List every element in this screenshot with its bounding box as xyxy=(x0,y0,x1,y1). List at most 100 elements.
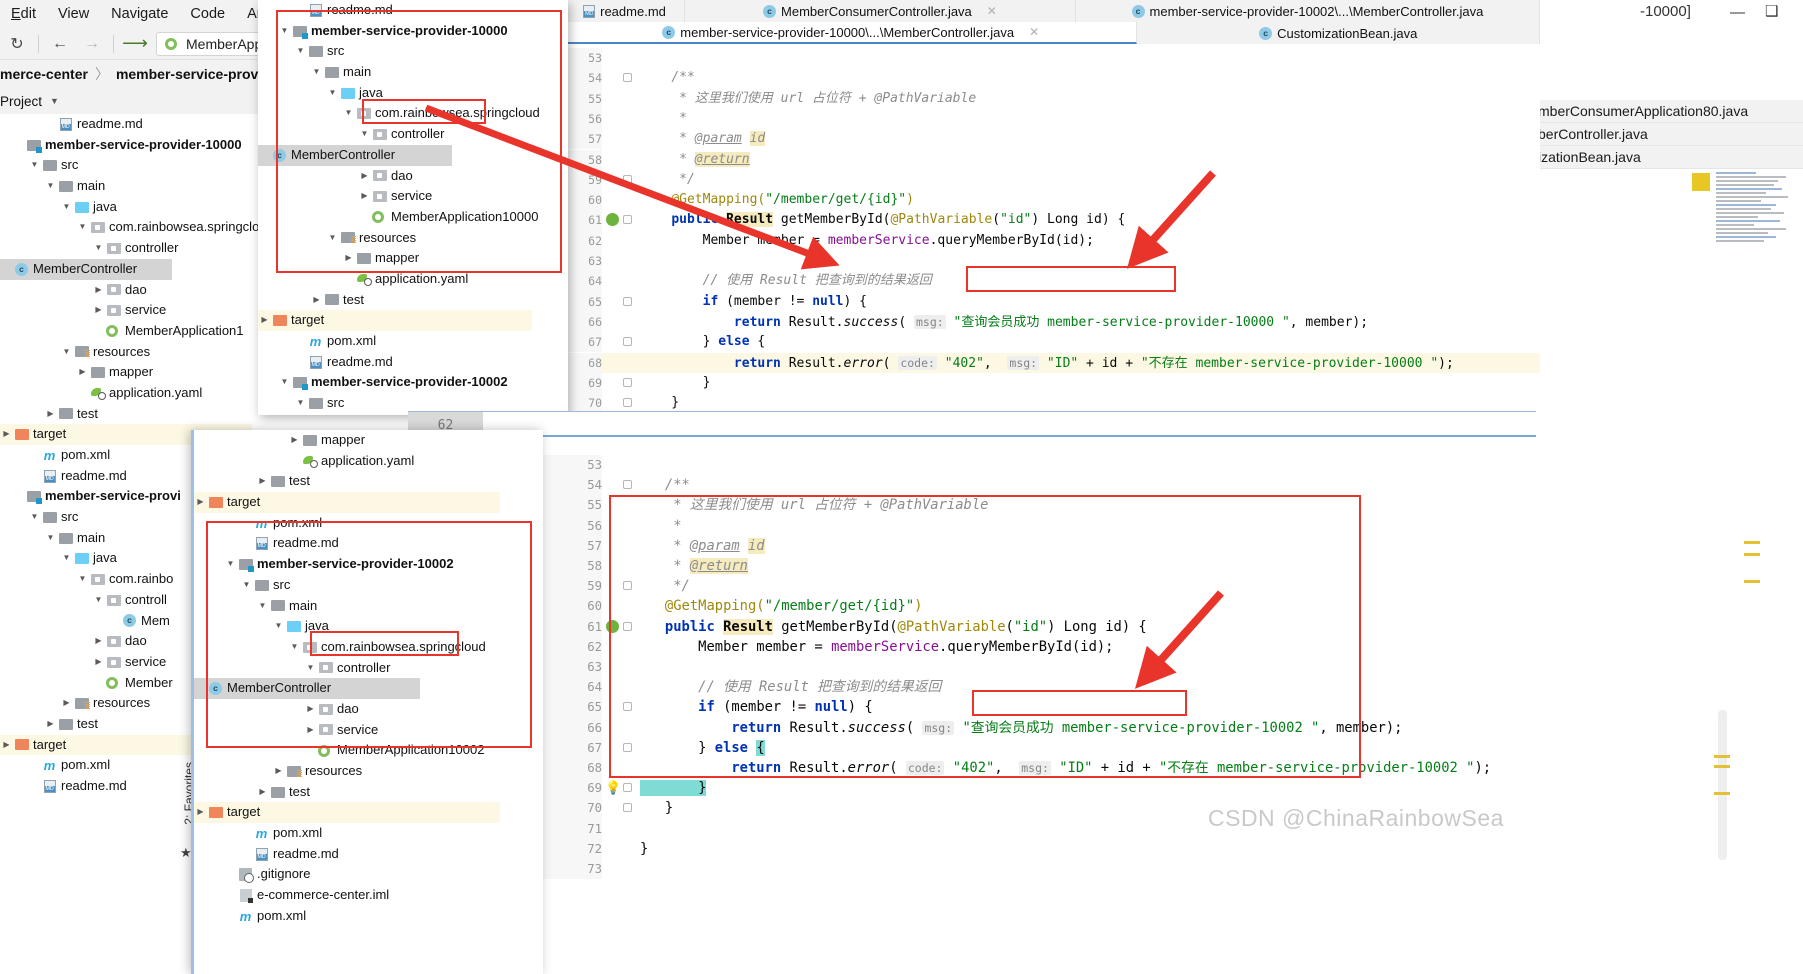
code-line[interactable]: return Result.success( msg: "查询会员成功 memb… xyxy=(640,312,1368,332)
chevron-right-icon[interactable]: ▶ xyxy=(76,362,89,383)
tree-row[interactable]: ▶ target xyxy=(194,802,500,824)
code-line[interactable]: } else { xyxy=(640,738,765,758)
tree-row[interactable]: ▶ readme.md xyxy=(194,844,543,865)
chevron-down-icon[interactable]: ▼ xyxy=(304,658,317,679)
tree-row[interactable]: ▶ target xyxy=(194,492,500,513)
chevron-right-icon[interactable]: ▶ xyxy=(28,466,41,487)
code-line[interactable]: * xyxy=(640,516,681,536)
chevron-right-icon[interactable]: ▶ xyxy=(358,207,371,228)
chevron-down-icon[interactable]: ▼ xyxy=(28,155,41,176)
chevron-down-icon[interactable]: ▼ xyxy=(224,554,237,575)
chevron-right-icon[interactable]: ▶ xyxy=(12,486,25,507)
code-line[interactable]: public Result getMemberById(@PathVariabl… xyxy=(640,617,1147,637)
menu-item-navigate[interactable]: Navigate xyxy=(100,4,179,24)
code-line[interactable]: * xyxy=(640,109,687,129)
tree-row[interactable]: ▶ .gitignore xyxy=(194,864,543,885)
chevron-right-icon[interactable]: ▶ xyxy=(194,678,207,699)
tab-member-consumer-controller[interactable]: c MemberConsumerController.java ✕ xyxy=(685,0,1076,22)
tree-row[interactable]: ▼ com.rainbowsea.springcloud xyxy=(258,103,568,124)
chevron-right-icon[interactable]: ▶ xyxy=(224,885,237,906)
chevron-right-icon[interactable]: ▶ xyxy=(258,145,271,166)
code-fold-toggle[interactable] xyxy=(623,337,632,347)
chevron-down-icon[interactable]: ▼ xyxy=(76,569,89,590)
chevron-down-icon[interactable]: ▼ xyxy=(288,637,301,658)
code-line[interactable]: } xyxy=(640,798,673,818)
tree-row[interactable]: ▶cMemberController xyxy=(258,144,452,166)
tree-row[interactable]: ▼ resources xyxy=(258,228,568,249)
chevron-right-icon[interactable]: ▶ xyxy=(194,802,207,823)
window-restore-button[interactable]: ❑ xyxy=(1765,2,1778,20)
code-fold-toggle[interactable] xyxy=(623,480,632,490)
chevron-right-icon[interactable]: ▶ xyxy=(92,652,105,673)
chevron-right-icon[interactable]: ▶ xyxy=(0,735,13,756)
build-hammer-icon[interactable]: ⟶ xyxy=(122,33,148,55)
chevron-down-icon[interactable]: ▼ xyxy=(278,21,291,42)
chevron-right-icon[interactable]: ▶ xyxy=(224,906,237,927)
tree-row[interactable]: ▶m pom.xml xyxy=(258,331,568,352)
chevron-right-icon[interactable]: ▶ xyxy=(76,383,89,404)
chevron-down-icon[interactable]: ▼ xyxy=(256,596,269,617)
menu-item-code[interactable]: Code xyxy=(179,4,236,24)
chevron-right-icon[interactable]: ▶ xyxy=(240,844,253,865)
chevron-right-icon[interactable]: ▶ xyxy=(258,310,271,331)
tree-row[interactable]: ▶ test xyxy=(258,290,568,311)
chevron-right-icon[interactable]: ▶ xyxy=(256,471,269,492)
tree-row[interactable]: ▼ src xyxy=(258,41,568,62)
code-fold-toggle[interactable] xyxy=(623,783,632,793)
tree-row[interactable]: ▼ src xyxy=(194,575,543,596)
code-fold-toggle[interactable] xyxy=(623,803,632,813)
chevron-right-icon[interactable]: ▶ xyxy=(304,699,317,720)
code-line[interactable]: */ xyxy=(640,170,695,190)
tree-row[interactable]: ▶m pom.xml xyxy=(194,906,543,927)
tree-row[interactable]: ▶ dao xyxy=(0,280,280,301)
chevron-right-icon[interactable]: ▶ xyxy=(294,352,307,373)
code-line[interactable]: */ xyxy=(640,576,690,596)
back-arrow-icon[interactable]: ← xyxy=(49,33,71,55)
top-editor-pane[interactable]: readme.md c MemberConsumerController.jav… xyxy=(565,0,1540,415)
chevron-down-icon[interactable]: ▼ xyxy=(342,103,355,124)
tree-row[interactable]: ▶ dao xyxy=(194,699,543,720)
code-line[interactable]: * 这里我们使用 url 占位符 + @PathVariable xyxy=(640,89,976,109)
chevron-right-icon[interactable]: ▶ xyxy=(288,430,301,451)
tree-row[interactable]: ▶ service xyxy=(194,720,543,741)
code-fold-toggle[interactable] xyxy=(623,742,632,752)
code-line[interactable]: public Result getMemberById(@PathVariabl… xyxy=(640,210,1125,230)
breadcrumb-item-0[interactable]: merce-center xyxy=(0,66,88,82)
editor-minimap[interactable] xyxy=(1690,170,1803,400)
chevron-right-icon[interactable]: ▶ xyxy=(108,611,121,632)
tree-row[interactable]: ▼ java xyxy=(258,83,568,104)
editor-vertical-scrollbar[interactable] xyxy=(1718,710,1727,860)
tree-row[interactable]: ▼ controller xyxy=(194,658,543,679)
tree-row[interactable]: ▼ com.rainbowsea.springcloud xyxy=(0,217,280,238)
tree-row[interactable]: ▶ e-commerce-center.iml xyxy=(194,885,543,906)
tree-row[interactable]: ▶ resources xyxy=(194,761,543,782)
chevron-right-icon[interactable]: ▶ xyxy=(294,0,307,21)
chevron-right-icon[interactable]: ▶ xyxy=(44,404,57,425)
tab-readme-md[interactable]: readme.md xyxy=(565,0,685,22)
refresh-icon[interactable]: ↻ xyxy=(6,33,28,55)
chevron-right-icon[interactable]: ▶ xyxy=(92,280,105,301)
window-minimize-button[interactable]: — xyxy=(1730,4,1745,21)
chevron-right-icon[interactable]: ▶ xyxy=(28,755,41,776)
chevron-right-icon[interactable]: ▶ xyxy=(288,451,301,472)
code-line[interactable]: return Result.error( code: "402", msg: "… xyxy=(640,758,1491,778)
tree-row[interactable]: ▶m pom.xml xyxy=(194,513,543,534)
tree-row[interactable]: ▶cMemberController xyxy=(0,258,172,280)
tree-row[interactable]: ▶ target xyxy=(258,310,532,331)
spring-endpoint-icon[interactable] xyxy=(606,213,619,227)
tree-row[interactable]: ▼ java xyxy=(0,197,280,218)
code-line[interactable]: } xyxy=(640,373,711,393)
close-icon[interactable]: ✕ xyxy=(987,4,997,18)
code-line[interactable]: * @return xyxy=(640,150,750,170)
code-line[interactable]: /** xyxy=(640,475,690,495)
floating-tree-bottom[interactable]: ▶mapper▶application.yaml▶test▶target▶mpo… xyxy=(194,430,543,927)
code-line[interactable]: } xyxy=(640,778,707,798)
chevron-right-icon[interactable]: ▶ xyxy=(240,533,253,554)
code-fold-toggle[interactable] xyxy=(623,174,632,184)
chevron-right-icon[interactable]: ▶ xyxy=(194,492,207,513)
tree-row[interactable]: ▶m pom.xml xyxy=(194,823,543,844)
tree-row[interactable]: ▶ member-service-provider-10000 xyxy=(0,135,280,156)
code-line[interactable]: } else { xyxy=(640,332,766,352)
tree-row[interactable]: ▶ mapper xyxy=(194,430,543,451)
bulb-icon[interactable]: 💡 xyxy=(605,780,621,796)
